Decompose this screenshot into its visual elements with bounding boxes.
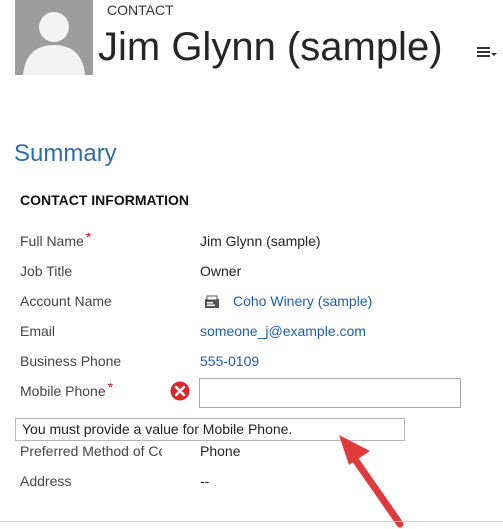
field-row-email: Email someone_j@example.com: [0, 317, 503, 347]
field-value-job-title[interactable]: Owner: [200, 263, 241, 279]
entity-type-label: CONTACT: [107, 2, 174, 18]
field-value-preferred-contact[interactable]: Phone: [200, 443, 240, 459]
required-marker: *: [107, 383, 114, 395]
field-row-preferred-contact: Preferred Method of Contact Phone: [0, 437, 503, 467]
field-label: Full Name *: [20, 233, 162, 249]
account-card-icon: [204, 295, 222, 309]
field-row-full-name: Full Name * Jim Glynn (sample): [0, 227, 503, 257]
mobile-phone-input[interactable]: [199, 378, 461, 408]
account-name-link[interactable]: Coho Winery (sample): [233, 293, 372, 309]
group-title: CONTACT INFORMATION: [20, 192, 190, 208]
email-link[interactable]: someone_j@example.com: [200, 323, 366, 339]
field-label: Address: [20, 473, 72, 489]
record-title: Jim Glynn (sample): [98, 25, 443, 69]
error-x-icon: [170, 381, 190, 401]
section-divider: [0, 521, 503, 522]
field-label: Business Phone: [20, 353, 122, 369]
field-row-address: Address --: [0, 467, 503, 497]
field-value-full-name[interactable]: Jim Glynn (sample): [200, 233, 321, 249]
field-row-job-title: Job Title Owner: [0, 257, 503, 287]
field-label: Mobile Phone *: [20, 383, 162, 399]
annotation-arrow: [339, 435, 404, 528]
field-label: Email: [20, 323, 56, 339]
required-marker: *: [85, 233, 92, 245]
field-label: Account Name: [20, 293, 112, 309]
field-label: Preferred Method of Contact: [20, 443, 162, 459]
section-title: Summary: [14, 140, 117, 167]
contact-avatar: [15, 0, 93, 75]
list-menu-icon[interactable]: [477, 44, 497, 60]
field-value-address[interactable]: --: [200, 473, 209, 489]
field-row-account-name: Account Name Coho Winery (sample): [0, 287, 503, 317]
field-row-business-phone: Business Phone 555-0109: [0, 347, 503, 377]
business-phone-link[interactable]: 555-0109: [200, 353, 259, 369]
field-label: Job Title: [20, 263, 73, 279]
